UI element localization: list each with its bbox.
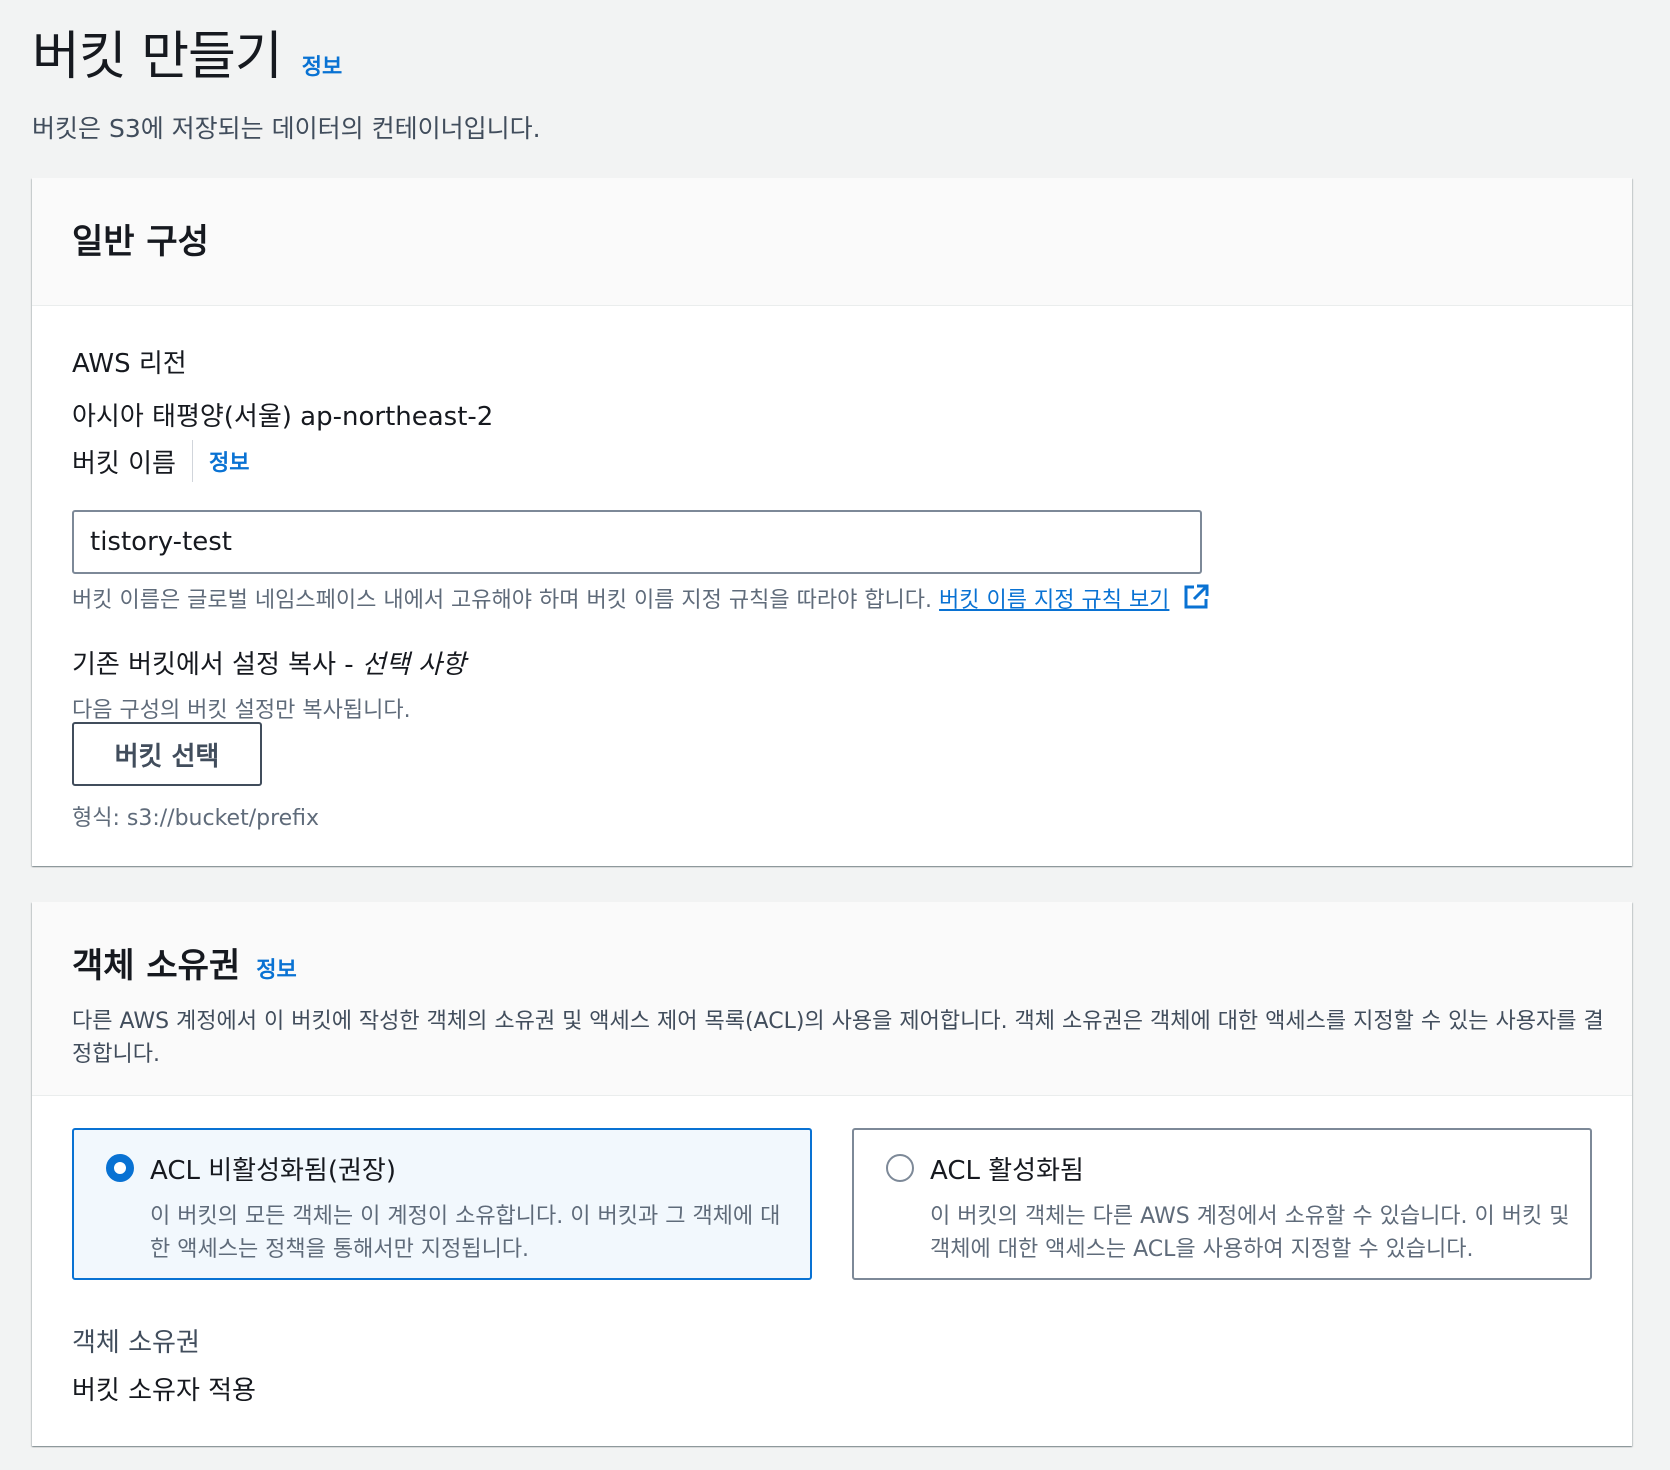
choose-bucket-button[interactable]: 버킷 선택 — [72, 722, 262, 786]
copy-settings-label-text: 기존 버킷에서 설정 복사 - — [72, 650, 362, 680]
panel-title: 객체 소유권 — [72, 946, 241, 986]
naming-rules-link[interactable]: 버킷 이름 지정 규칙 보기 — [939, 588, 1169, 613]
ownership-result-value: 버킷 소유자 적용 — [72, 1376, 256, 1406]
external-link-icon[interactable] — [1182, 583, 1210, 611]
copy-settings-optional: 선택 사항 — [361, 650, 466, 680]
radio-unselected-icon[interactable] — [886, 1154, 914, 1182]
panel-header: 객체 소유권 정보 다른 AWS 계정에서 이 버킷에 작성한 객체의 소유권 … — [32, 902, 1632, 1096]
copy-settings-label: 기존 버킷에서 설정 복사 - 선택 사항 — [72, 644, 466, 681]
ownership-result-label: 객체 소유권 — [72, 1328, 200, 1358]
page-description: 버킷은 S3에 저장되는 데이터의 컨테이너입니다. — [32, 114, 541, 143]
panel-description: 다른 AWS 계정에서 이 버킷에 작성한 객체의 소유권 및 액세스 제어 목… — [72, 1009, 1604, 1067]
copy-settings-hint: 다음 구성의 버킷 설정만 복사됩니다. — [72, 698, 411, 723]
bucket-name-hint: 버킷 이름은 글로벌 네임스페이스 내에서 고유해야 하며 버킷 이름 지정 규… — [72, 582, 1210, 614]
page-title: 버킷 만들기 — [32, 27, 283, 87]
divider — [191, 440, 193, 482]
option-title: ACL 활성화됨 — [930, 1156, 1084, 1186]
option-description: 이 버킷의 모든 객체는 이 계정이 소유합니다. 이 버킷과 그 객체에 대한… — [150, 1204, 781, 1262]
bucket-name-label-row: 버킷 이름 정보 — [72, 440, 249, 482]
bucket-name-info-link[interactable]: 정보 — [209, 445, 249, 477]
panel-title-row: 객체 소유권 정보 — [72, 938, 1592, 987]
ownership-info-link[interactable]: 정보 — [256, 952, 296, 984]
panel-header: 일반 구성 — [32, 178, 1632, 306]
bucket-name-input[interactable]: tistory-test — [72, 510, 1202, 574]
region-label: AWS 리전 — [72, 349, 187, 379]
panel-title: 일반 구성 — [72, 222, 209, 262]
title-row: 버킷 만들기 정보 — [32, 14, 541, 89]
acl-enabled-option[interactable]: ACL 활성화됨 이 버킷의 객체는 다른 AWS 계정에서 소유할 수 있습니… — [852, 1128, 1592, 1280]
bucket-name-label: 버킷 이름 — [72, 448, 176, 479]
option-title: ACL 비활성화됨(권장) — [150, 1156, 396, 1186]
radio-selected-icon[interactable] — [106, 1154, 134, 1182]
page-info-link[interactable]: 정보 — [302, 49, 342, 81]
acl-disabled-option[interactable]: ACL 비활성화됨(권장) 이 버킷의 모든 객체는 이 계정이 소유합니다. … — [72, 1128, 812, 1280]
region-value: 아시아 태평양(서울) ap-northeast-2 — [72, 402, 494, 432]
general-configuration-panel: 일반 구성 AWS 리전 아시아 태평양(서울) ap-northeast-2 … — [32, 178, 1632, 866]
option-description: 이 버킷의 객체는 다른 AWS 계정에서 소유할 수 있습니다. 이 버킷 및… — [930, 1204, 1570, 1262]
format-hint: 형식: s3://bucket/prefix — [72, 806, 320, 831]
create-bucket-page: 버킷 만들기 정보 버킷은 S3에 저장되는 데이터의 컨테이너입니다. 일반 … — [0, 0, 1670, 1470]
page-header: 버킷 만들기 정보 버킷은 S3에 저장되는 데이터의 컨테이너입니다. — [32, 14, 541, 145]
bucket-name-hint-text: 버킷 이름은 글로벌 네임스페이스 내에서 고유해야 하며 버킷 이름 지정 규… — [72, 588, 933, 613]
object-ownership-panel: 객체 소유권 정보 다른 AWS 계정에서 이 버킷에 작성한 객체의 소유권 … — [32, 902, 1632, 1446]
